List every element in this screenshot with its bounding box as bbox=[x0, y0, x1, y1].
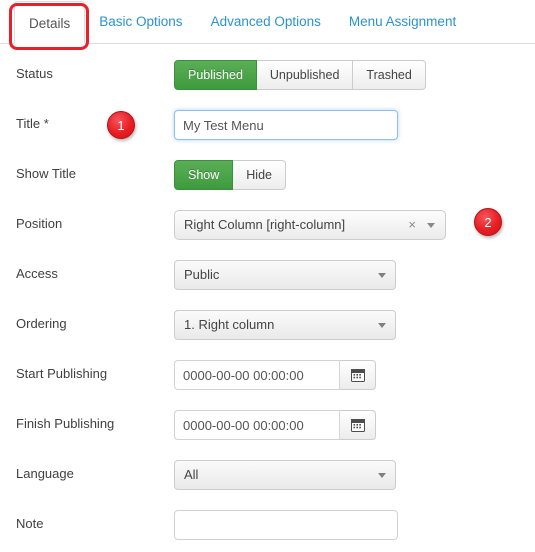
form-row-access: Access Public bbox=[0, 252, 535, 302]
position-select-value: Right Column [right-column] bbox=[184, 217, 346, 232]
language-control: All bbox=[174, 460, 396, 490]
form-row-start-publishing: Start Publishing bbox=[0, 352, 535, 402]
tab-basic-options[interactable]: Basic Options bbox=[85, 0, 196, 43]
chevron-down-icon bbox=[378, 273, 386, 278]
note-input[interactable] bbox=[174, 510, 398, 540]
position-select[interactable]: Right Column [right-column] × bbox=[174, 210, 446, 240]
status-unpublished-button[interactable]: Unpublished bbox=[256, 60, 354, 90]
access-label: Access bbox=[16, 266, 58, 281]
show-title-show-button[interactable]: Show bbox=[174, 160, 234, 190]
show-title-label: Show Title bbox=[16, 166, 76, 181]
start-publishing-label: Start Publishing bbox=[16, 366, 108, 381]
status-published-button[interactable]: Published bbox=[174, 60, 257, 90]
finish-publishing-label: Finish Publishing bbox=[16, 416, 115, 431]
note-label: Note bbox=[16, 516, 44, 531]
details-form: Status Published Unpublished Trashed Title… bbox=[0, 44, 535, 552]
tab-details-label: Details bbox=[29, 16, 71, 31]
calendar-icon bbox=[350, 369, 365, 382]
title-label: Title * bbox=[16, 116, 49, 131]
language-label: Language bbox=[16, 466, 74, 481]
clear-icon[interactable]: × bbox=[408, 211, 416, 239]
start-publishing-control bbox=[174, 360, 376, 390]
tab-advanced-options-label: Advanced Options bbox=[210, 14, 321, 29]
form-row-note: Note bbox=[0, 502, 535, 552]
annotation-badge-1: 1 bbox=[107, 111, 135, 139]
finish-publishing-calendar-button[interactable] bbox=[340, 410, 376, 440]
form-row-title: Title * bbox=[0, 102, 535, 152]
form-row-finish-publishing: Finish Publishing bbox=[0, 402, 535, 452]
chevron-down-icon bbox=[427, 223, 435, 228]
form-row-show-title: Show Title Show Hide bbox=[0, 152, 535, 202]
access-select[interactable]: Public bbox=[174, 260, 396, 290]
start-publishing-calendar-button[interactable] bbox=[340, 360, 376, 390]
chevron-down-icon bbox=[378, 473, 386, 478]
show-title-hide-button[interactable]: Hide bbox=[233, 160, 286, 190]
show-title-button-group: Show Hide bbox=[174, 160, 286, 190]
chevron-down-icon bbox=[378, 323, 386, 328]
position-control: Right Column [right-column] × bbox=[174, 210, 446, 240]
ordering-label: Ordering bbox=[16, 316, 67, 331]
form-row-language: Language All bbox=[0, 452, 535, 502]
tab-menu-assignment[interactable]: Menu Assignment bbox=[335, 0, 470, 43]
note-control bbox=[174, 510, 398, 540]
title-control bbox=[174, 110, 398, 140]
title-input[interactable] bbox=[174, 110, 398, 140]
language-select[interactable]: All bbox=[174, 460, 396, 490]
ordering-select-value: 1. Right column bbox=[184, 317, 275, 332]
language-select-value: All bbox=[184, 467, 199, 482]
finish-publishing-control bbox=[174, 410, 376, 440]
form-row-ordering: Ordering 1. Right column bbox=[0, 302, 535, 352]
finish-publishing-field bbox=[174, 410, 376, 440]
annotation-badge-2: 2 bbox=[474, 208, 502, 236]
tab-details[interactable]: Details bbox=[14, 1, 86, 44]
form-row-status: Status Published Unpublished Trashed bbox=[0, 52, 535, 102]
status-button-group: Published Unpublished Trashed bbox=[174, 60, 426, 90]
access-select-value: Public bbox=[184, 267, 220, 282]
access-control: Public bbox=[174, 260, 396, 290]
start-publishing-input[interactable] bbox=[174, 360, 340, 390]
status-trashed-button[interactable]: Trashed bbox=[353, 60, 426, 90]
tab-menu-assignment-label: Menu Assignment bbox=[348, 14, 457, 29]
ordering-select[interactable]: 1. Right column bbox=[174, 310, 396, 340]
tab-advanced-options[interactable]: Advanced Options bbox=[197, 0, 335, 43]
tab-bar: Details Basic Options Advanced Options M… bbox=[0, 0, 535, 50]
calendar-icon bbox=[350, 419, 365, 432]
tab-basic-options-label: Basic Options bbox=[99, 14, 183, 29]
status-label: Status bbox=[16, 66, 53, 81]
finish-publishing-input[interactable] bbox=[174, 410, 340, 440]
status-control: Published Unpublished Trashed bbox=[174, 60, 426, 90]
form-row-position: Position Right Column [right-column] × bbox=[0, 202, 535, 252]
ordering-control: 1. Right column bbox=[174, 310, 396, 340]
position-label: Position bbox=[16, 216, 63, 231]
show-title-control: Show Hide bbox=[174, 160, 286, 190]
start-publishing-field bbox=[174, 360, 376, 390]
